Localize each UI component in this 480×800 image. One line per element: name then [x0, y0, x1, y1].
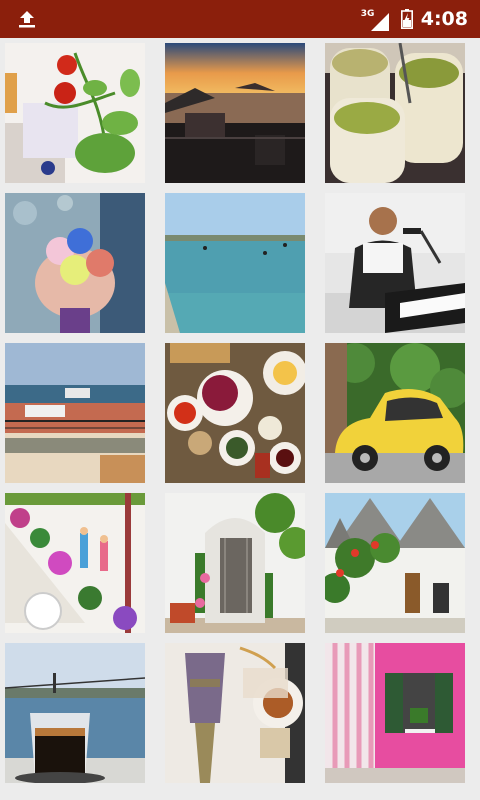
photo-flower-stairs[interactable] — [5, 493, 145, 633]
photo-lemonade-drinks[interactable] — [325, 43, 465, 183]
photo-macarons-hand[interactable] — [5, 193, 145, 333]
photo-yellow-fiat[interactable] — [325, 343, 465, 483]
upload-icon[interactable] — [16, 9, 38, 29]
photo-coffee-bosphorus[interactable] — [5, 643, 145, 783]
photo-tomato-plant[interactable] — [5, 43, 145, 183]
battery-icon — [400, 9, 413, 29]
photo-grid — [0, 38, 480, 800]
photo-pink-window[interactable] — [325, 643, 465, 783]
photo-breakfast-table[interactable] — [165, 343, 305, 483]
signal-icon: 3G — [361, 9, 393, 33]
photo-seaside-cafe[interactable] — [5, 343, 145, 483]
photo-sea-swimmers[interactable] — [165, 193, 305, 333]
status-bar: 3G 4:08 — [0, 0, 480, 38]
photo-piano-singer[interactable] — [325, 193, 465, 333]
photo-sunset-balcony[interactable] — [165, 43, 305, 183]
photo-white-doorway[interactable] — [165, 493, 305, 633]
clock: 4:08 — [420, 8, 468, 30]
network-type: 3G — [360, 9, 375, 19]
photo-trulli-houses[interactable] — [325, 493, 465, 633]
photo-lavender-tea[interactable] — [165, 643, 305, 783]
